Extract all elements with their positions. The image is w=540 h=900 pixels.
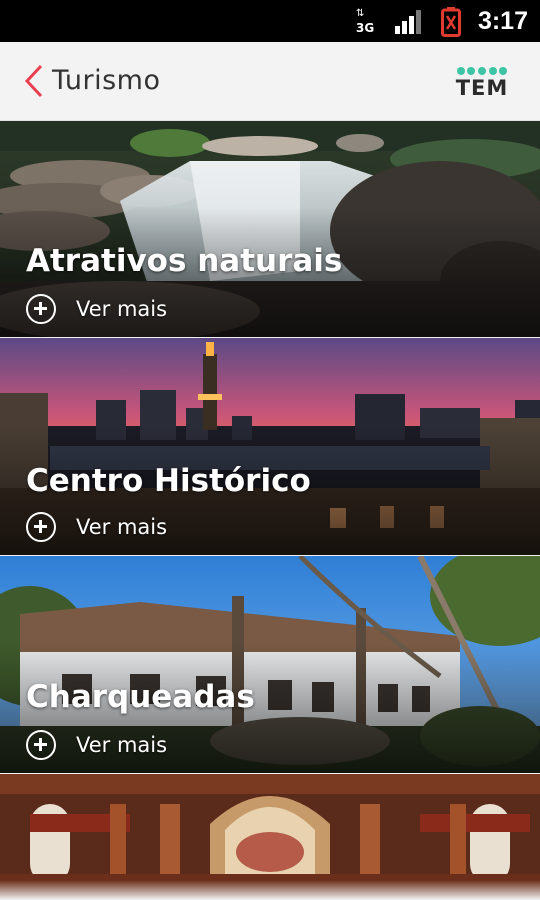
status-bar: ⇅ 3G 3:17 (0, 0, 540, 42)
plus-circle-icon (26, 512, 56, 542)
tem-logo-text: TEM (455, 76, 509, 100)
signal-strength-icon (395, 10, 421, 34)
plus-circle-icon (26, 730, 56, 760)
app-bar: Turismo TEM (0, 42, 540, 121)
card-centro-historico[interactable]: Centro Histórico Ver mais (0, 338, 540, 555)
card-title: Centro Histórico (26, 463, 311, 499)
ver-mais-button[interactable]: Ver mais (26, 509, 167, 545)
page-title: Turismo (52, 65, 161, 96)
network-arrows: ⇅ (356, 8, 365, 19)
card-atrativos-naturais[interactable]: Atrativos naturais Ver mais (0, 121, 540, 337)
chevron-left-icon[interactable] (24, 64, 44, 98)
battery-low-icon (441, 7, 461, 37)
ver-mais-button[interactable]: Ver mais (26, 727, 167, 763)
ver-mais-button[interactable]: Ver mais (26, 291, 167, 327)
ver-mais-label: Ver mais (76, 515, 168, 539)
tem-logo-dots (457, 67, 507, 75)
card-title: Atrativos naturais (26, 243, 343, 279)
plus-circle-icon (26, 294, 56, 324)
network-type-label: 3G (356, 21, 375, 35)
card-charqueadas[interactable]: Charqueadas Ver mais (0, 556, 540, 773)
list-bottom-fade (0, 880, 540, 900)
network-3g-icon: ⇅ 3G (356, 8, 378, 36)
status-time: 3:17 (477, 7, 528, 35)
ver-mais-label: Ver mais (76, 297, 168, 321)
ver-mais-label: Ver mais (76, 733, 168, 757)
card-title: Charqueadas (26, 679, 255, 715)
tem-logo[interactable]: TEM (452, 64, 512, 100)
